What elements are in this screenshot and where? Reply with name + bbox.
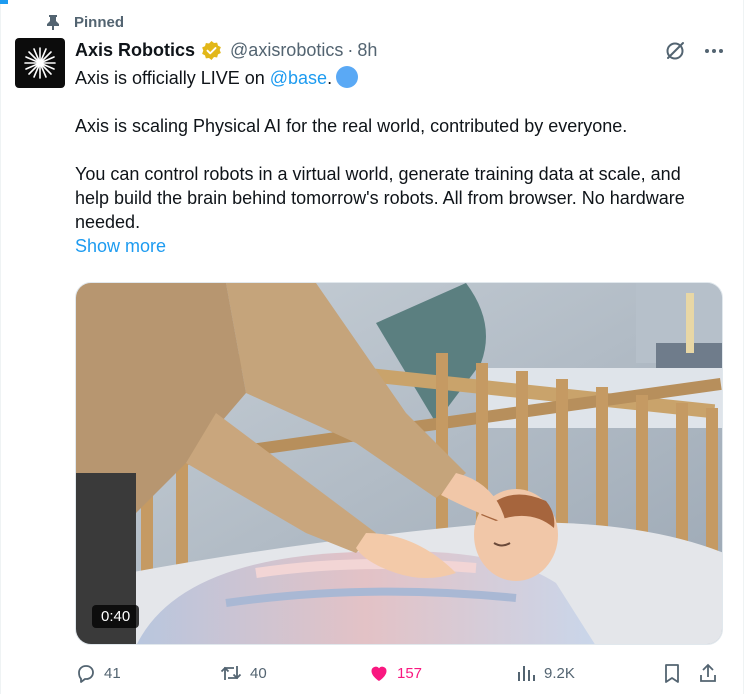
share-button[interactable] [697,662,719,684]
video-thumbnail [76,283,722,644]
bookmark-icon [665,664,679,683]
views-icon [518,666,535,681]
tweet-text-suffix: . [327,68,333,88]
separator-dot: · [347,39,354,60]
grok-icon[interactable] [664,40,686,62]
timestamp[interactable]: 8h [357,40,377,61]
axis-logo-icon [24,47,56,79]
like-count: 157 [397,664,423,682]
repost-icon [220,666,242,680]
timeline-right-border [743,0,744,694]
tweet-line-1: Axis is officially LIVE on @base. [75,66,715,90]
video-duration-badge: 0:40 [92,605,140,628]
reply-count: 41 [104,664,121,682]
reply-icon [78,665,94,683]
more-icon[interactable] [704,48,724,54]
tweet-header: Axis Robotics @axisrobotics · 8h [75,38,377,62]
repost-button[interactable]: 40 [219,662,267,684]
pinned-indicator: Pinned [46,12,124,32]
share-icon [700,663,716,682]
tweet-paragraph-2: Axis is scaling Physical AI for the real… [75,116,628,136]
show-more-link[interactable]: Show more [75,234,715,258]
pinned-label: Pinned [74,13,125,31]
handle[interactable]: @axisrobotics [230,40,343,61]
views-button[interactable]: 9.2K [515,662,575,684]
bookmark-button[interactable] [661,662,683,684]
tweet-text: Axis is officially LIVE on @base. Axis i… [75,66,715,258]
repost-count: 40 [250,664,267,682]
display-name[interactable]: Axis Robotics [75,40,195,61]
verified-badge-icon[interactable] [201,40,222,61]
video-player[interactable]: 0:40 [75,282,723,645]
avatar[interactable] [15,38,65,88]
tweet-text-prefix: Axis is officially LIVE on [75,68,270,88]
pin-icon [47,15,59,30]
view-count: 9.2K [544,664,575,682]
top-accent-bar [0,0,8,4]
tweet-actions: 41 40 157 9.2K [75,662,725,688]
like-icon [371,666,387,681]
like-button[interactable]: 157 [368,662,422,684]
blue-circle-emoji-icon [336,66,359,88]
mention-link[interactable]: @base [270,68,327,88]
tweet-paragraph-3: You can control robots in a virtual worl… [75,164,685,232]
reply-button[interactable]: 41 [75,662,121,684]
timeline-left-border [0,0,1,694]
header-actions [664,40,724,62]
